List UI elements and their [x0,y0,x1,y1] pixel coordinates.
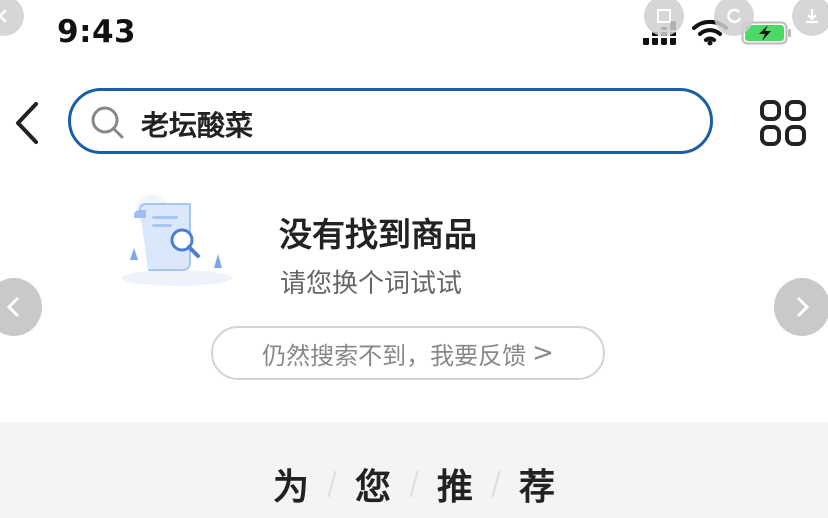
divider [491,471,501,497]
search-icon [91,106,124,139]
feedback-button[interactable]: 仍然搜索不到，我要反馈 > [211,326,605,380]
recommend-title: 为 您 推 荐 [0,458,828,510]
overlay-left-icon[interactable] [0,0,24,36]
chevron-left-icon [6,296,20,318]
divider [409,471,419,497]
recommend-char: 为 [272,467,309,508]
status-bar: 9:43 [0,0,828,66]
search-input[interactable]: 老坛酸菜 [68,88,713,154]
recommend-char: 荐 [519,467,556,508]
chevron-left-icon [16,102,38,144]
empty-subtitle: 请您换个词试试 [280,269,463,299]
grid-button[interactable] [758,98,808,148]
status-time: 9:43 [57,14,137,50]
grid-icon [760,100,806,146]
empty-title: 没有找到商品 [279,215,477,254]
back-button[interactable] [10,98,44,148]
search-value[interactable]: 老坛酸菜 [141,104,253,144]
overlay-download-icon[interactable] [792,0,828,36]
prev-page-button[interactable] [0,278,42,336]
recommend-section: 为 您 推 荐 [0,422,828,518]
chevron-right-icon: > [532,338,554,368]
next-page-button[interactable] [774,278,828,336]
recommend-char: 您 [354,467,391,508]
no-results-illustration [122,194,232,286]
recommend-char: 推 [437,467,474,508]
chevron-right-icon [796,296,810,318]
divider [327,471,337,497]
feedback-label: 仍然搜索不到，我要反馈 [262,341,527,370]
